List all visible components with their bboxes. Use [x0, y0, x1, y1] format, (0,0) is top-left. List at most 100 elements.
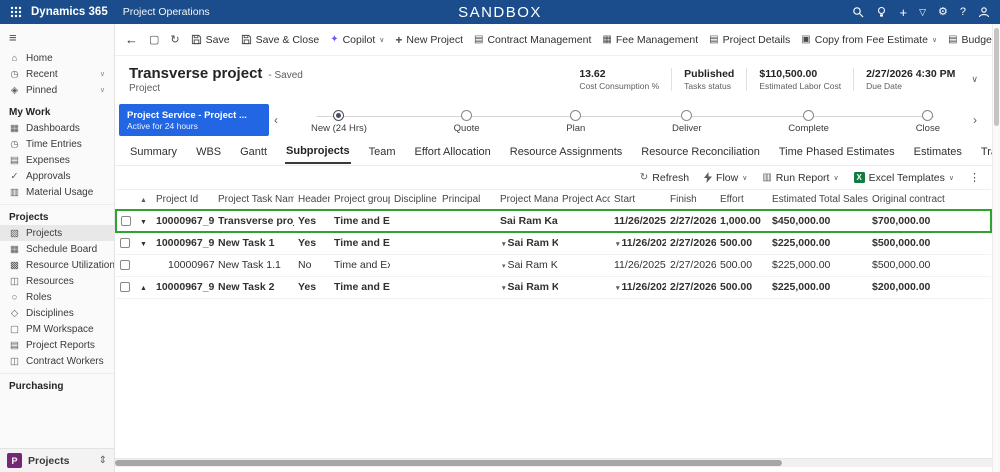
save-and-close-button[interactable]: Save & Close [241, 34, 319, 46]
column-principal[interactable]: Principal [438, 189, 496, 211]
excel-templates-button[interactable]: X Excel Templates ∨ [853, 172, 954, 184]
area-switcher-icon[interactable]: ⇕ [99, 455, 107, 466]
record-set-icon[interactable]: ▢ [149, 33, 159, 46]
sidebar-item-approvals[interactable]: ✓ Approvals [0, 168, 114, 184]
grid-cell[interactable]: 2/27/2026 [666, 209, 716, 233]
table-row[interactable]: ▲ 10000967_9 New Task 2 Yes Time and Exp… [116, 276, 991, 299]
tab-resource-assignments[interactable]: Resource Assignments [509, 140, 624, 163]
sidebar-item-expenses[interactable]: ▤ Expenses [0, 152, 114, 168]
collapse-row-icon[interactable]: ▼ [140, 219, 147, 226]
grid-cell[interactable] [438, 232, 496, 255]
tab-wbs[interactable]: WBS [195, 140, 222, 163]
refresh-button[interactable]: ↻ Refresh [640, 172, 689, 184]
grid-cell[interactable] [136, 254, 152, 277]
sidebar-item-dashboards[interactable]: ▦ Dashboards [0, 120, 114, 136]
grid-toolbar-overflow-icon[interactable]: ⋮ [969, 171, 980, 184]
lightbulb-icon[interactable] [876, 6, 887, 18]
grid-cell[interactable] [116, 254, 136, 277]
contract-management-button[interactable]: ▤ Contract Management [474, 34, 591, 46]
column-effort[interactable]: Effort [716, 189, 768, 211]
grid-cell[interactable]: Yes [294, 232, 330, 255]
bpf-stage-complete[interactable]: Complete [788, 107, 829, 134]
sidebar-item-pm-workspace[interactable]: ▢ PM Workspace [0, 321, 114, 337]
column-discipline[interactable]: Discipline [390, 189, 438, 211]
grid-cell[interactable]: 10000967_9 [152, 254, 214, 277]
plus-icon[interactable]: + [899, 6, 907, 19]
row-checkbox[interactable] [120, 260, 130, 271]
column-start[interactable]: Start [610, 189, 666, 211]
help-icon[interactable]: ? [960, 6, 966, 18]
column-original-contract[interactable]: Original contract [868, 189, 991, 211]
sidebar-item-time-entries[interactable]: ◷ Time Entries [0, 136, 114, 152]
horizontal-scrollbar[interactable] [115, 458, 992, 467]
refresh-form-icon[interactable]: ↻ [170, 33, 179, 46]
column-project-group[interactable]: Project group [330, 189, 390, 211]
column-project-id[interactable]: Project Id [152, 189, 214, 211]
column-finish[interactable]: Finish [666, 189, 716, 211]
grid-cell[interactable]: $450,000.00 [768, 209, 868, 233]
table-row[interactable]: 10000967_9 New Task 1.1 No Time and Expe… [116, 254, 991, 277]
grid-cell[interactable] [558, 209, 610, 233]
grid-cell[interactable]: 1,000.00 [716, 209, 768, 233]
grid-cell[interactable]: $225,000.00 [768, 276, 868, 299]
grid-cell[interactable]: $225,000.00 [768, 254, 868, 277]
dropdown-caret-icon[interactable]: ▾ [616, 241, 620, 248]
header-expand-icon[interactable]: ∨ [971, 74, 978, 85]
bpf-prev-icon[interactable]: ‹ [269, 113, 283, 127]
sidebar-item-contract-workers[interactable]: ◫ Contract Workers [0, 353, 114, 369]
grid-cell[interactable]: $200,000.00 [868, 276, 991, 299]
hamburger-menu-icon[interactable]: ≡ [0, 24, 114, 50]
grid-cell[interactable]: 2/27/2026 [666, 254, 716, 277]
grid-cell[interactable] [116, 276, 136, 299]
grid-cell[interactable]: ▲ [136, 276, 152, 299]
grid-cell[interactable]: No [294, 254, 330, 277]
tab-estimates[interactable]: Estimates [913, 140, 963, 163]
copilot-button[interactable]: ✦ Copilot ∨ [330, 34, 384, 46]
tab-subprojects[interactable]: Subprojects [285, 139, 351, 164]
table-row[interactable]: ▼ 10000967_99 Transverse project Yes Tim… [115, 209, 992, 233]
sidebar-item-resource-utilization[interactable]: ▩ Resource Utilization [0, 257, 114, 273]
app-name[interactable]: Project Operations [123, 6, 210, 18]
grid-cell[interactable]: 11/26/2025 [610, 209, 666, 233]
grid-cell[interactable]: Yes [294, 276, 330, 299]
project-details-button[interactable]: ▤ Project Details [709, 34, 790, 46]
waffle-menu-icon[interactable] [10, 6, 22, 18]
bpf-stage-plan[interactable]: Plan [566, 107, 585, 134]
tab-time-phased-estimates[interactable]: Time Phased Estimates [778, 140, 896, 163]
bpf-stage-deliver[interactable]: Deliver [672, 107, 702, 134]
grid-cell[interactable] [390, 232, 438, 255]
grid-cell[interactable]: 11/26/2025 [610, 254, 666, 277]
horizontal-scrollbar-thumb[interactable] [115, 460, 782, 466]
bpf-stage-new[interactable]: New (24 Hrs) [311, 107, 367, 134]
grid-cell[interactable]: 10000967_9 [152, 276, 214, 299]
grid-cell[interactable]: $500,000.00 [868, 254, 991, 277]
dropdown-caret-icon[interactable]: ▾ [616, 285, 620, 292]
grid-cell[interactable]: ▾11/26/2026 [610, 276, 666, 299]
sidebar-item-material-usage[interactable]: ▥ Material Usage [0, 184, 114, 200]
grid-cell[interactable] [390, 276, 438, 299]
sidebar-item-pinned[interactable]: ◈ Pinned ∨ [0, 82, 114, 98]
search-icon[interactable] [852, 6, 864, 18]
grid-cell[interactable]: 10000967_99 [152, 209, 214, 233]
sidebar-item-projects[interactable]: ▧ Projects [0, 225, 114, 241]
grid-cell[interactable]: 10000967_9 [152, 232, 214, 255]
grid-cell[interactable]: 500.00 [716, 276, 768, 299]
back-button[interactable]: ← [125, 32, 138, 47]
grid-cell[interactable]: 2/27/2026 [666, 232, 716, 255]
grid-cell[interactable]: ▾Sai Ram K...▾ [496, 276, 558, 299]
row-checkbox[interactable] [120, 238, 130, 249]
grid-cell[interactable]: 500.00 [716, 232, 768, 255]
vertical-scrollbar-thumb[interactable] [994, 28, 999, 126]
grid-cell[interactable]: Time and Expe [330, 276, 390, 299]
area-switcher[interactable]: P Projects ⇕ [0, 448, 114, 472]
sidebar-item-recent[interactable]: ◷ Recent ∨ [0, 66, 114, 82]
brand-title[interactable]: Dynamics 365 [31, 6, 108, 18]
column-project-manager[interactable]: Project Manager [496, 189, 558, 211]
sidebar-item-schedule-board[interactable]: ▦ Schedule Board [0, 241, 114, 257]
user-avatar-icon[interactable] [978, 6, 990, 18]
grid-cell[interactable]: ▼ [136, 232, 152, 255]
bpf-stage-close[interactable]: Close [916, 107, 940, 134]
vertical-scrollbar[interactable] [992, 24, 1000, 472]
grid-cell[interactable] [558, 232, 610, 255]
sidebar-item-project-reports[interactable]: ▤ Project Reports [0, 337, 114, 353]
